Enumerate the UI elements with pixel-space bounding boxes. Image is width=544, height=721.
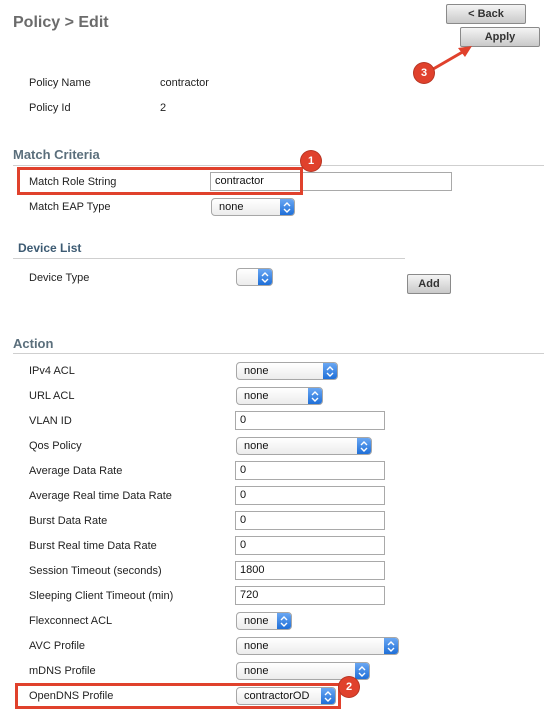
sleeping-client-timeout-label: Sleeping Client Timeout (min) bbox=[29, 590, 174, 602]
avg-data-rate-input[interactable]: 0 bbox=[235, 461, 385, 480]
avc-profile-value: none bbox=[244, 640, 269, 652]
chevron-updown-icon bbox=[280, 199, 294, 215]
highlight-box-2 bbox=[15, 683, 341, 709]
annotation-badge-2: 2 bbox=[339, 677, 359, 697]
vlan-id-input[interactable]: 0 bbox=[235, 411, 385, 430]
mdns-profile-value: none bbox=[244, 665, 269, 677]
action-heading: Action bbox=[13, 336, 54, 351]
chevron-updown-icon bbox=[258, 269, 272, 285]
match-eap-type-label: Match EAP Type bbox=[29, 201, 111, 213]
section-divider bbox=[13, 258, 405, 259]
device-type-select[interactable] bbox=[236, 268, 273, 286]
avc-profile-label: AVC Profile bbox=[29, 640, 86, 652]
ipv4-acl-select[interactable]: none bbox=[236, 362, 338, 380]
page-title: Policy > Edit bbox=[13, 14, 109, 31]
burst-rt-data-rate-label: Burst Real time Data Rate bbox=[29, 540, 157, 552]
section-divider bbox=[13, 353, 544, 354]
burst-data-rate-input[interactable]: 0 bbox=[235, 511, 385, 530]
burst-data-rate-label: Burst Data Rate bbox=[29, 515, 108, 527]
ipv4-acl-value: none bbox=[244, 365, 269, 377]
qos-policy-value: none bbox=[244, 440, 269, 452]
chevron-updown-icon bbox=[323, 363, 337, 379]
qos-policy-select[interactable]: none bbox=[236, 437, 372, 455]
add-button[interactable]: Add bbox=[407, 274, 451, 294]
chevron-updown-icon bbox=[357, 438, 371, 454]
device-list-heading: Device List bbox=[18, 241, 82, 255]
policy-name-value: contractor bbox=[160, 77, 209, 89]
mdns-profile-label: mDNS Profile bbox=[29, 665, 96, 677]
ipv4-acl-label: IPv4 ACL bbox=[29, 365, 75, 377]
url-acl-value: none bbox=[244, 390, 269, 402]
chevron-updown-icon bbox=[384, 638, 398, 654]
section-divider bbox=[13, 165, 544, 166]
chevron-updown-icon bbox=[277, 613, 291, 629]
match-eap-type-value: none bbox=[219, 201, 244, 213]
flexconnect-acl-label: Flexconnect ACL bbox=[29, 615, 113, 627]
url-acl-select[interactable]: none bbox=[236, 387, 323, 405]
annotation-badge-3: 3 bbox=[414, 63, 434, 83]
flexconnect-acl-value: none bbox=[244, 615, 269, 627]
avc-profile-select[interactable]: none bbox=[236, 637, 399, 655]
match-eap-type-select[interactable]: none bbox=[211, 198, 295, 216]
avg-data-rate-label: Average Data Rate bbox=[29, 465, 123, 477]
avg-rt-data-rate-label: Average Real time Data Rate bbox=[29, 490, 172, 502]
url-acl-label: URL ACL bbox=[29, 390, 75, 402]
chevron-updown-icon bbox=[308, 388, 322, 404]
back-button[interactable]: < Back bbox=[446, 4, 526, 24]
policy-id-value: 2 bbox=[160, 102, 167, 114]
annotation-badge-1: 1 bbox=[301, 151, 321, 171]
highlight-box-1 bbox=[17, 167, 303, 195]
device-type-label: Device Type bbox=[29, 272, 90, 284]
session-timeout-input[interactable]: 1800 bbox=[235, 561, 385, 580]
qos-policy-label: Qos Policy bbox=[29, 440, 82, 452]
session-timeout-label: Session Timeout (seconds) bbox=[29, 565, 162, 577]
avg-rt-data-rate-input[interactable]: 0 bbox=[235, 486, 385, 505]
chevron-updown-icon bbox=[355, 663, 369, 679]
match-criteria-heading: Match Criteria bbox=[13, 147, 100, 162]
burst-rt-data-rate-input[interactable]: 0 bbox=[235, 536, 385, 555]
flexconnect-acl-select[interactable]: none bbox=[236, 612, 292, 630]
policy-id-label: Policy Id bbox=[29, 102, 71, 114]
policy-name-label: Policy Name bbox=[29, 77, 91, 89]
vlan-id-label: VLAN ID bbox=[29, 415, 72, 427]
sleeping-client-timeout-input[interactable]: 720 bbox=[235, 586, 385, 605]
